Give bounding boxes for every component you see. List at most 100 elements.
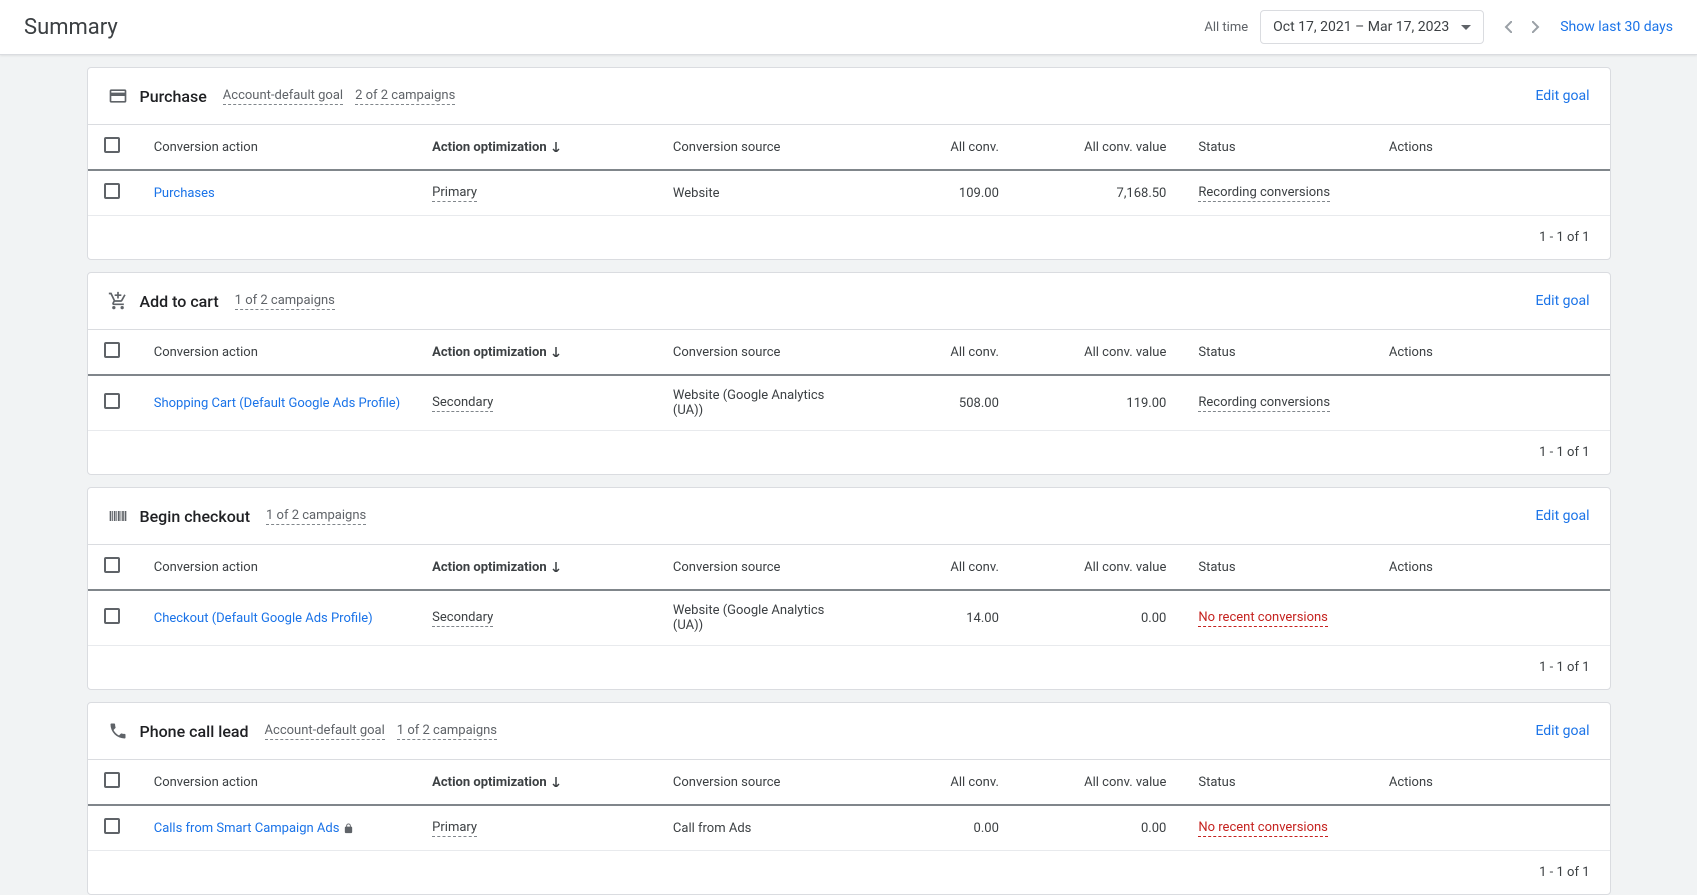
goal-badge[interactable]: 1 of 2 campaigns [266,508,366,525]
conversion-action-link[interactable]: Purchases [154,186,215,201]
edit-goal-link[interactable]: Edit goal [1535,723,1589,739]
select-all-checkbox[interactable] [104,557,120,573]
header-controls: All time Oct 17, 2021 – Mar 17, 2023 Sho… [1204,10,1673,44]
goal-title: Add to cart [140,292,219,311]
col-all-conv[interactable]: All conv. [847,125,1014,171]
content-area: Purchase Account-default goal 2 of 2 camp… [29,67,1669,895]
col-action-optimization[interactable]: Action optimization [416,545,657,591]
col-conversion-source[interactable]: Conversion source [657,330,848,376]
barcode-icon [108,506,128,526]
table-row: Calls from Smart Campaign Ads Primary Ca… [88,805,1610,851]
col-actions[interactable]: Actions [1373,545,1610,591]
goal-badge[interactable]: 1 of 2 campaigns [235,293,335,310]
actions-cell [1373,170,1610,216]
lock-icon [343,823,354,834]
col-actions[interactable]: Actions [1373,125,1610,171]
date-range-text: Oct 17, 2021 – Mar 17, 2023 [1273,19,1449,35]
goal-title: Purchase [140,87,207,106]
goal-card-header: Purchase Account-default goal 2 of 2 camp… [88,68,1610,124]
col-status[interactable]: Status [1182,760,1373,806]
row-checkbox[interactable] [104,393,120,409]
col-conversion-source[interactable]: Conversion source [657,545,848,591]
optimization-value[interactable]: Secondary [432,610,493,627]
source-value: Website (Google Analytics (UA)) [657,590,848,646]
col-all-conv[interactable]: All conv. [847,760,1014,806]
source-value: Call from Ads [657,805,848,851]
col-conversion-action[interactable]: Conversion action [138,545,416,591]
col-actions[interactable]: Actions [1373,760,1610,806]
row-checkbox[interactable] [104,183,120,199]
col-conversion-action[interactable]: Conversion action [138,330,416,376]
status-value[interactable]: Recording conversions [1198,185,1330,202]
select-all-checkbox[interactable] [104,137,120,153]
col-conversion-source[interactable]: Conversion source [657,125,848,171]
col-conversion-action[interactable]: Conversion action [138,760,416,806]
goal-card-header: Phone call lead Account-default goal1 of… [88,703,1610,759]
edit-goal-link[interactable]: Edit goal [1535,508,1589,524]
conversion-table: Conversion action Action optimization Co… [88,544,1610,646]
checkbox-header [88,760,138,806]
col-all-conv[interactable]: All conv. [847,545,1014,591]
conversion-action-link[interactable]: Checkout (Default Google Ads Profile) [154,611,373,626]
all-conv-value-value: 119.00 [1015,375,1182,431]
goal-card: Purchase Account-default goal 2 of 2 camp… [87,67,1611,260]
show-last-30-days-link[interactable]: Show last 30 days [1560,19,1673,35]
col-status[interactable]: Status [1182,125,1373,171]
col-action-optimization[interactable]: Action optimization [416,760,657,806]
pagination: 1 - 1 of 1 [88,431,1610,474]
sort-down-icon [551,777,561,787]
goal-badge[interactable]: 1 of 2 campaigns [397,723,497,740]
col-all-conv-value[interactable]: All conv. value [1015,545,1182,591]
edit-goal-link[interactable]: Edit goal [1535,88,1589,104]
conversion-table: Conversion action Action optimization Co… [88,329,1610,431]
all-conv-value: 508.00 [847,375,1014,431]
page-title: Summary [24,15,118,40]
conversion-action-link[interactable]: Calls from Smart Campaign Ads [154,821,340,836]
col-all-conv[interactable]: All conv. [847,330,1014,376]
goal-card-header: Begin checkout 1 of 2 campaigns Edit goa… [88,488,1610,544]
conversion-table: Conversion action Action optimization Co… [88,759,1610,851]
col-status[interactable]: Status [1182,330,1373,376]
col-conversion-action[interactable]: Conversion action [138,125,416,171]
checkbox-header [88,125,138,171]
sort-down-icon [551,347,561,357]
col-action-optimization[interactable]: Action optimization [416,125,657,171]
row-checkbox[interactable] [104,608,120,624]
actions-cell [1373,805,1610,851]
col-all-conv-value[interactable]: All conv. value [1015,125,1182,171]
goal-badge[interactable]: 2 of 2 campaigns [355,88,455,105]
conversion-action-link[interactable]: Shopping Cart (Default Google Ads Profil… [154,396,400,411]
goal-badge[interactable]: Account-default goal [223,88,343,105]
source-value: Website [657,170,848,216]
pagination: 1 - 1 of 1 [88,216,1610,259]
date-range-picker[interactable]: Oct 17, 2021 – Mar 17, 2023 [1260,10,1484,44]
table-row: Checkout (Default Google Ads Profile) Se… [88,590,1610,646]
table-row: Shopping Cart (Default Google Ads Profil… [88,375,1610,431]
status-value[interactable]: No recent conversions [1198,820,1328,837]
date-nav [1496,15,1548,39]
optimization-value[interactable]: Primary [432,820,477,837]
prev-period-button[interactable] [1496,15,1520,39]
col-action-optimization[interactable]: Action optimization [416,330,657,376]
status-value[interactable]: No recent conversions [1198,610,1328,627]
edit-goal-link[interactable]: Edit goal [1535,293,1589,309]
col-all-conv-value[interactable]: All conv. value [1015,330,1182,376]
col-status[interactable]: Status [1182,545,1373,591]
credit-card-icon [108,86,128,106]
phone-icon [108,721,128,741]
row-checkbox[interactable] [104,818,120,834]
optimization-value[interactable]: Primary [432,185,477,202]
next-period-button[interactable] [1524,15,1548,39]
col-conversion-source[interactable]: Conversion source [657,760,848,806]
status-value[interactable]: Recording conversions [1198,395,1330,412]
dropdown-icon [1461,25,1471,30]
col-actions[interactable]: Actions [1373,330,1610,376]
col-all-conv-value[interactable]: All conv. value [1015,760,1182,806]
goal-badge[interactable]: Account-default goal [265,723,385,740]
optimization-value[interactable]: Secondary [432,395,493,412]
checkbox-header [88,330,138,376]
select-all-checkbox[interactable] [104,772,120,788]
select-all-checkbox[interactable] [104,342,120,358]
sort-down-icon [551,142,561,152]
source-value: Website (Google Analytics (UA)) [657,375,848,431]
